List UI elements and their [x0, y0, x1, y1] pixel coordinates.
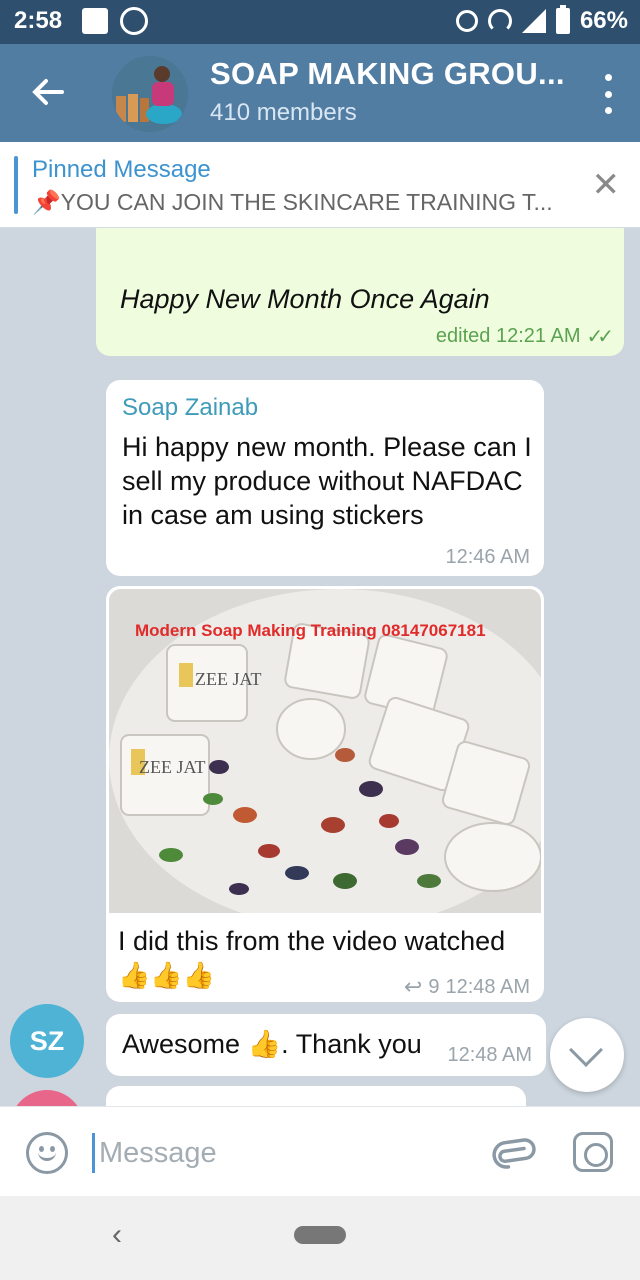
attach-button[interactable] [482, 1122, 543, 1183]
pushpin-icon: 📌 [32, 189, 61, 215]
scroll-to-bottom-button[interactable] [550, 1018, 624, 1092]
message-meta: ↩ 9 12:48 AM [404, 974, 530, 1000]
group-avatar[interactable] [112, 56, 188, 132]
more-menu-button[interactable] [602, 74, 614, 114]
thumbs-up-emoji: 👍👍👍 [118, 960, 216, 990]
status-bar: 2:58 4G 66% [0, 0, 640, 44]
member-count: 410 members [210, 99, 357, 126]
system-nav-bar: ‹ [0, 1196, 640, 1280]
message-photo[interactable]: ZEE JAT ZEE JAT Modern Soap Making Train… [109, 589, 541, 913]
pinned-message[interactable]: Pinned Message 📌YOU CAN JOIN THE SKINCAR… [0, 142, 640, 228]
message-time: edited 12:21 AM [435, 325, 581, 347]
signal-icon: 4G [521, 9, 546, 33]
chat-header: SOAP MAKING GROU... 410 members [0, 44, 640, 142]
notification-icon [82, 8, 108, 34]
nav-home-button[interactable] [294, 1226, 346, 1244]
close-pinned-button[interactable]: ✕ [592, 168, 621, 202]
sender-name[interactable]: Soap Zainab [122, 394, 258, 422]
message-time: 12:48 AM [447, 1044, 532, 1066]
paperclip-icon [492, 1138, 536, 1169]
battery-level: 66% [579, 7, 628, 34]
smiley-icon [38, 1151, 56, 1161]
svg-text:ZEE JAT: ZEE JAT [139, 757, 206, 777]
message-time: 12:46 AM [445, 546, 530, 568]
nav-back-button[interactable]: ‹ [112, 1218, 122, 1252]
incoming-message[interactable]: Soap Zainab Hi happy new month. Please c… [106, 380, 544, 576]
pinned-text: 📌YOU CAN JOIN THE SKINCARE TRAINING T... [32, 189, 553, 216]
arrow-left-icon [32, 79, 64, 105]
back-button[interactable] [28, 72, 68, 112]
status-time: 2:58 [14, 7, 63, 34]
double-check-icon: ✓✓ [586, 326, 613, 348]
chevron-down-icon [569, 1033, 603, 1067]
sender-avatar[interactable] [10, 1090, 84, 1106]
group-title[interactable]: SOAP MAKING GROU... [210, 56, 565, 92]
incoming-message[interactable] [106, 1086, 526, 1106]
svg-text:ZEE JAT: ZEE JAT [195, 669, 262, 689]
photo-watermark: Modern Soap Making Training 08147067181 [135, 621, 486, 640]
pinned-accent-bar [14, 156, 18, 214]
pinned-title: Pinned Message [32, 156, 211, 183]
outgoing-message[interactable]: Happy New Month Once Again edited 12:21 … [96, 228, 624, 356]
hotspot-icon [487, 9, 512, 33]
message-text: I did this from the video watched [118, 926, 506, 956]
status-icons: 4G 66% [455, 5, 628, 35]
message-list[interactable]: Happy New Month Once Again edited 12:21 … [0, 228, 640, 1106]
incoming-message[interactable]: Awesome 👍. Thank you 12:48 AM [106, 1014, 546, 1076]
message-meta: edited 12:21 AM ✓✓ [435, 324, 614, 349]
message-time: 12:48 AM [445, 975, 530, 998]
incoming-photo-message[interactable]: ZEE JAT ZEE JAT Modern Soap Making Train… [106, 586, 544, 1002]
emoji-button[interactable] [26, 1132, 68, 1174]
pinned-text-content: YOU CAN JOIN THE SKINCARE TRAINING T... [60, 189, 553, 215]
reply-arrow-icon[interactable]: ↩ [404, 974, 422, 1000]
camera-button[interactable] [573, 1132, 613, 1172]
message-text: Hi happy new month. Please can I sell my… [122, 432, 532, 530]
message-text: Happy New Month Once Again [120, 284, 490, 314]
group-photo [112, 56, 188, 132]
battery-icon [555, 5, 570, 34]
message-text: Awesome 👍. Thank you [122, 1029, 422, 1059]
sender-avatar[interactable]: SZ [10, 1004, 84, 1078]
alarm-icon [455, 10, 478, 32]
whatsapp-icon [120, 7, 148, 35]
reply-count: 9 [428, 975, 440, 998]
message-composer [0, 1106, 640, 1196]
message-input[interactable] [92, 1133, 472, 1173]
